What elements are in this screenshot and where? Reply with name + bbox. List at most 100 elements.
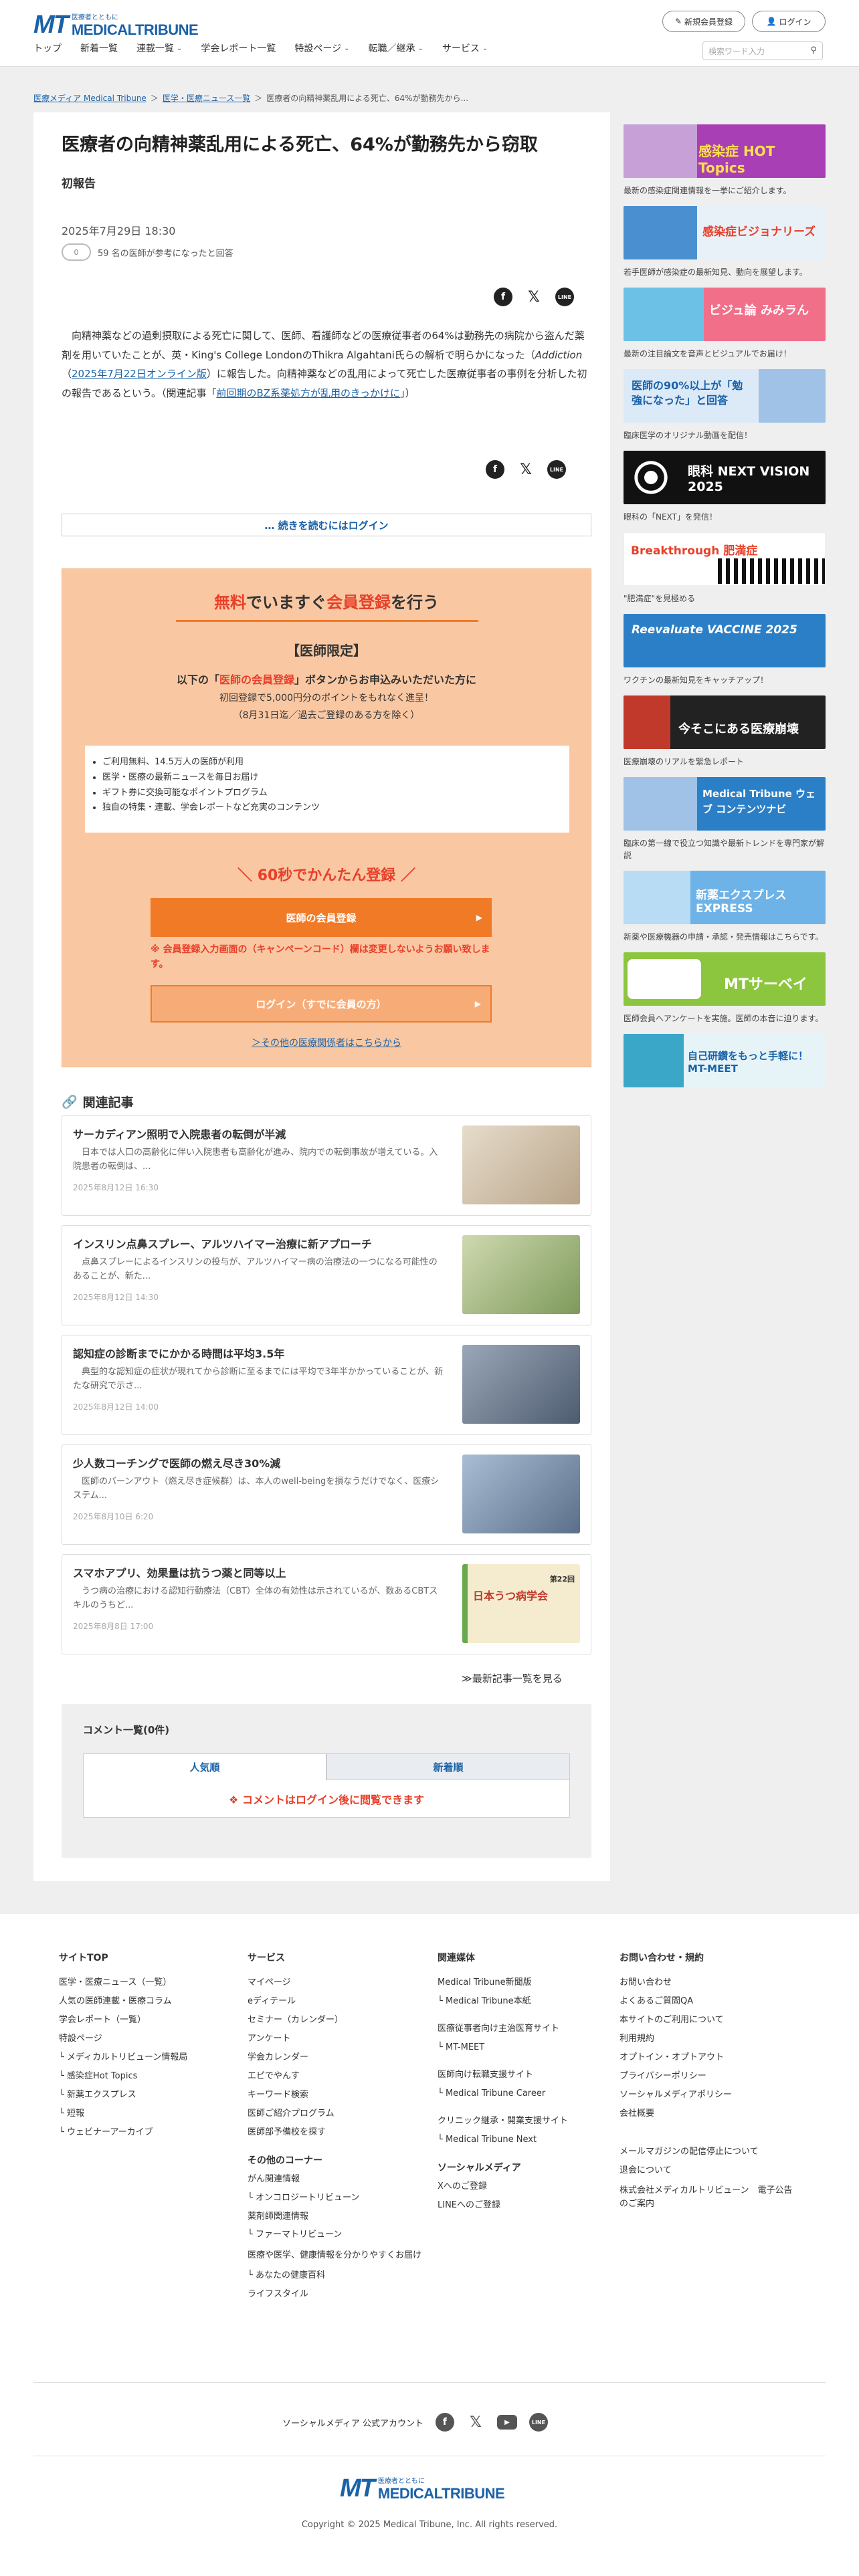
footer-link[interactable]: 利用規約 xyxy=(619,2034,800,2044)
x-icon[interactable]: 𝕏 xyxy=(524,288,543,306)
footer-link[interactable]: └ メディカルトリビューン情報局 xyxy=(59,2052,187,2063)
footer-link[interactable]: メールマガジンの配信停止について xyxy=(619,2147,800,2157)
footer-link[interactable]: 医師ご紹介プログラム xyxy=(248,2109,421,2119)
tab-newest[interactable]: 新着順 xyxy=(326,1753,570,1780)
search-input[interactable]: 検索ワード入力 ⚲ xyxy=(702,41,823,60)
nav-top[interactable]: トップ xyxy=(33,41,62,55)
footer-link[interactable]: マイページ xyxy=(248,1977,421,1988)
footer-link[interactable]: Medical Tribune新聞版 xyxy=(438,1977,591,1988)
footer-link[interactable]: └ Medical Tribune Next xyxy=(438,2135,591,2145)
footer-link[interactable]: └ ファーマトリビューン xyxy=(248,2230,421,2240)
footer-link[interactable]: セミナー（カレンダー） xyxy=(248,2015,421,2026)
footer-link[interactable]: eディテール xyxy=(248,1996,421,2007)
footer-link[interactable]: ライフスタイル xyxy=(248,2289,421,2300)
footer-link[interactable]: └ あなたの健康百科 xyxy=(248,2270,421,2281)
login-button[interactable]: 👤 ログイン xyxy=(752,11,826,32)
share-bar-bottom: f 𝕏 LINE xyxy=(486,460,566,479)
line-icon[interactable]: LINE xyxy=(555,288,574,306)
footer-link[interactable]: 薬剤師関連情報 xyxy=(248,2212,421,2222)
line-icon[interactable]: LINE xyxy=(547,460,566,479)
footer-link[interactable]: 医療や医学、健康情報を分かりやすくお届け xyxy=(248,2249,421,2262)
x-icon[interactable]: 𝕏 xyxy=(516,460,535,479)
facebook-icon[interactable]: f xyxy=(435,2413,454,2432)
member-login-button[interactable]: ログイン（すでに会員の方） ▶ xyxy=(151,985,492,1023)
footer-link[interactable]: └ オンコロジートリビューン xyxy=(248,2193,421,2204)
nav-new-list[interactable]: 新着一覧 xyxy=(80,41,118,55)
read-more-login[interactable]: … 続きを読むには ログイン xyxy=(62,514,591,536)
footer-link[interactable]: 人気の医師連載・医療コラム xyxy=(59,1996,187,2007)
banner-breakthrough[interactable]: Breakthrough 肥満症 xyxy=(624,532,826,586)
breadcrumb-news[interactable]: 医学・医療ニュース一覧 xyxy=(163,92,250,104)
doctor-register-button[interactable]: 医師の会員登録 ▶ xyxy=(151,898,492,937)
footer-link[interactable]: 医師部予備校を探す xyxy=(248,2127,421,2138)
helpful-toggle[interactable]: 0 xyxy=(62,243,91,261)
footer-link[interactable]: オプトイン・オプトアウト xyxy=(619,2052,800,2063)
footer-link[interactable]: クリニック継承・開業支援サイト xyxy=(438,2116,591,2127)
footer-link[interactable]: キーワード検索 xyxy=(248,2090,421,2101)
banner-infection-visionaries[interactable]: 感染症ビジョナリーズ xyxy=(624,206,826,259)
banner-new-drug-express[interactable]: 新薬エクスプレス EXPRESS xyxy=(624,871,826,924)
journal-link[interactable]: 2025年7月22日オンライン版 xyxy=(72,368,207,380)
footer-link[interactable]: └ Medical Tribune Career xyxy=(438,2088,591,2099)
related-card[interactable]: サーカディアン照明で入院患者の転倒が半減 日本では人口の高齢化に伴い入院患者も高… xyxy=(62,1115,591,1216)
facebook-icon[interactable]: f xyxy=(494,288,512,306)
footer-link[interactable]: 株式会社メディカルトリビューン 電子公告のご案内 xyxy=(619,2184,800,2210)
footer-link[interactable]: └ ウェビナーアーカイブ xyxy=(59,2127,187,2138)
banner-mt-webinar[interactable]: 医師の90%以上が「勉強になった」と回答 xyxy=(624,369,826,423)
related-card[interactable]: インスリン点鼻スプレー、アルツハイマー治療に新アプローチ 点鼻スプレーによるイン… xyxy=(62,1225,591,1325)
tab-popular[interactable]: 人気順 xyxy=(83,1753,326,1780)
more-articles-link[interactable]: ≫最新記事一覧を見る xyxy=(462,1671,563,1685)
footer-link[interactable]: 退会について xyxy=(619,2165,800,2176)
footer-link[interactable]: └ MT-MEET xyxy=(438,2042,591,2053)
banner-medical-collapse[interactable]: 今そこにある医療崩壊 xyxy=(624,695,826,749)
footer-link[interactable]: ソーシャルメディアポリシー xyxy=(619,2090,800,2101)
banner-infection-hot-topics[interactable]: 感染症 HOT Topics xyxy=(624,124,826,178)
footer-link[interactable]: プライバシーポリシー xyxy=(619,2071,800,2082)
facebook-icon[interactable]: f xyxy=(486,460,504,479)
footer-link[interactable]: 学会レポート（一覧） xyxy=(59,2015,187,2026)
nav-services[interactable]: サービス ⌄ xyxy=(442,41,488,55)
banner-visual-ronbun[interactable]: ビジュ論 みみラん xyxy=(624,288,826,341)
footer-link[interactable]: がん関連情報 xyxy=(248,2174,421,2185)
youtube-icon[interactable]: ▶ xyxy=(496,2415,517,2430)
banner-next-vision[interactable]: 眼科 NEXT VISION 2025 xyxy=(624,451,826,504)
related-card[interactable]: 少人数コーチングで医師の燃え尽き30%減 医師のバーンアウト（燃え尽き症候群）は… xyxy=(62,1444,591,1545)
footer-link[interactable]: LINEへのご登録 xyxy=(438,2200,591,2211)
nav-conference-reports[interactable]: 学会レポート一覧 xyxy=(201,41,276,55)
breadcrumb-home[interactable]: 医療メディア Medical Tribune xyxy=(33,92,147,104)
footer-logo[interactable]: MT 医療者とともに MEDICALTRIBUNE xyxy=(340,2474,505,2503)
footer-link[interactable]: 本サイトのご利用について xyxy=(619,2015,800,2026)
other-professionals-link[interactable]: ＞その他の医療関係者はこちらから xyxy=(62,1036,591,1049)
x-icon[interactable]: 𝕏 xyxy=(466,2413,485,2432)
nav-career[interactable]: 転職／継承 ⌄ xyxy=(369,41,423,55)
related-card[interactable]: スマホアプリ、効果量は抗うつ薬と同等以上 うつ病の治療における認知行動療法（CB… xyxy=(62,1554,591,1654)
related-card[interactable]: 認知症の診断までにかかる時間は平均3.5年 典型的な認知症の症状が現れてから診断… xyxy=(62,1335,591,1435)
footer-link[interactable]: └ 新薬エクスプレス xyxy=(59,2090,187,2101)
footer-link[interactable]: 会社概要 xyxy=(619,2109,800,2119)
footer-link[interactable]: 学会カレンダー xyxy=(248,2052,421,2063)
footer-link[interactable]: お問い合わせ xyxy=(619,1977,800,1988)
footer-link[interactable]: 特設ページ xyxy=(59,2034,187,2044)
footer-link[interactable]: 医学・医療ニュース（一覧） xyxy=(59,1977,187,1988)
banner-vaccine[interactable]: Reevaluate VACCINE 2025 xyxy=(624,614,826,667)
footer-link[interactable]: └ 短報 xyxy=(59,2109,187,2119)
footer-link[interactable]: 医師向け転職支援サイト xyxy=(438,2070,591,2080)
footer-link[interactable]: └ Medical Tribune本紙 xyxy=(438,1996,591,2007)
footer-link[interactable]: アンケート xyxy=(248,2034,421,2044)
banner-content-navi[interactable]: Medical Tribune ウェブ コンテンツナビ xyxy=(624,777,826,831)
search-icon[interactable]: ⚲ xyxy=(810,45,817,56)
nav-special-pages[interactable]: 特設ページ ⌄ xyxy=(294,41,349,55)
site-logo[interactable]: MT 医療者とともに MEDICALTRIBUNE xyxy=(33,11,199,39)
footer-link[interactable]: エピでやんす xyxy=(248,2071,421,2082)
footer-link[interactable]: よくあるご質問QA xyxy=(619,1996,800,2007)
new-register-button[interactable]: ✎ 新規会員登録 xyxy=(662,11,745,32)
banner-mt-meet[interactable]: 自己研鑽をもっと手軽に！ MT-MEET xyxy=(624,1034,826,1087)
related-article-link[interactable]: 前回期のBZ系薬処方が乱用のきっかけに xyxy=(216,387,400,399)
registration-cta-text: 以下の「医師の会員登録」ボタンからお申込みいただいた方に xyxy=(176,673,477,686)
footer-link[interactable]: Xへのご登録 xyxy=(438,2181,591,2192)
line-icon[interactable]: LINE xyxy=(529,2413,548,2432)
footer-link[interactable]: └ 感染症Hot Topics xyxy=(59,2071,187,2082)
footer-link[interactable]: 医療従事者向け主治医育サイト xyxy=(438,2024,591,2034)
banner-mt-survey[interactable]: MTサーベイ xyxy=(624,952,826,1006)
nav-series[interactable]: 連載一覧 ⌄ xyxy=(136,41,182,55)
